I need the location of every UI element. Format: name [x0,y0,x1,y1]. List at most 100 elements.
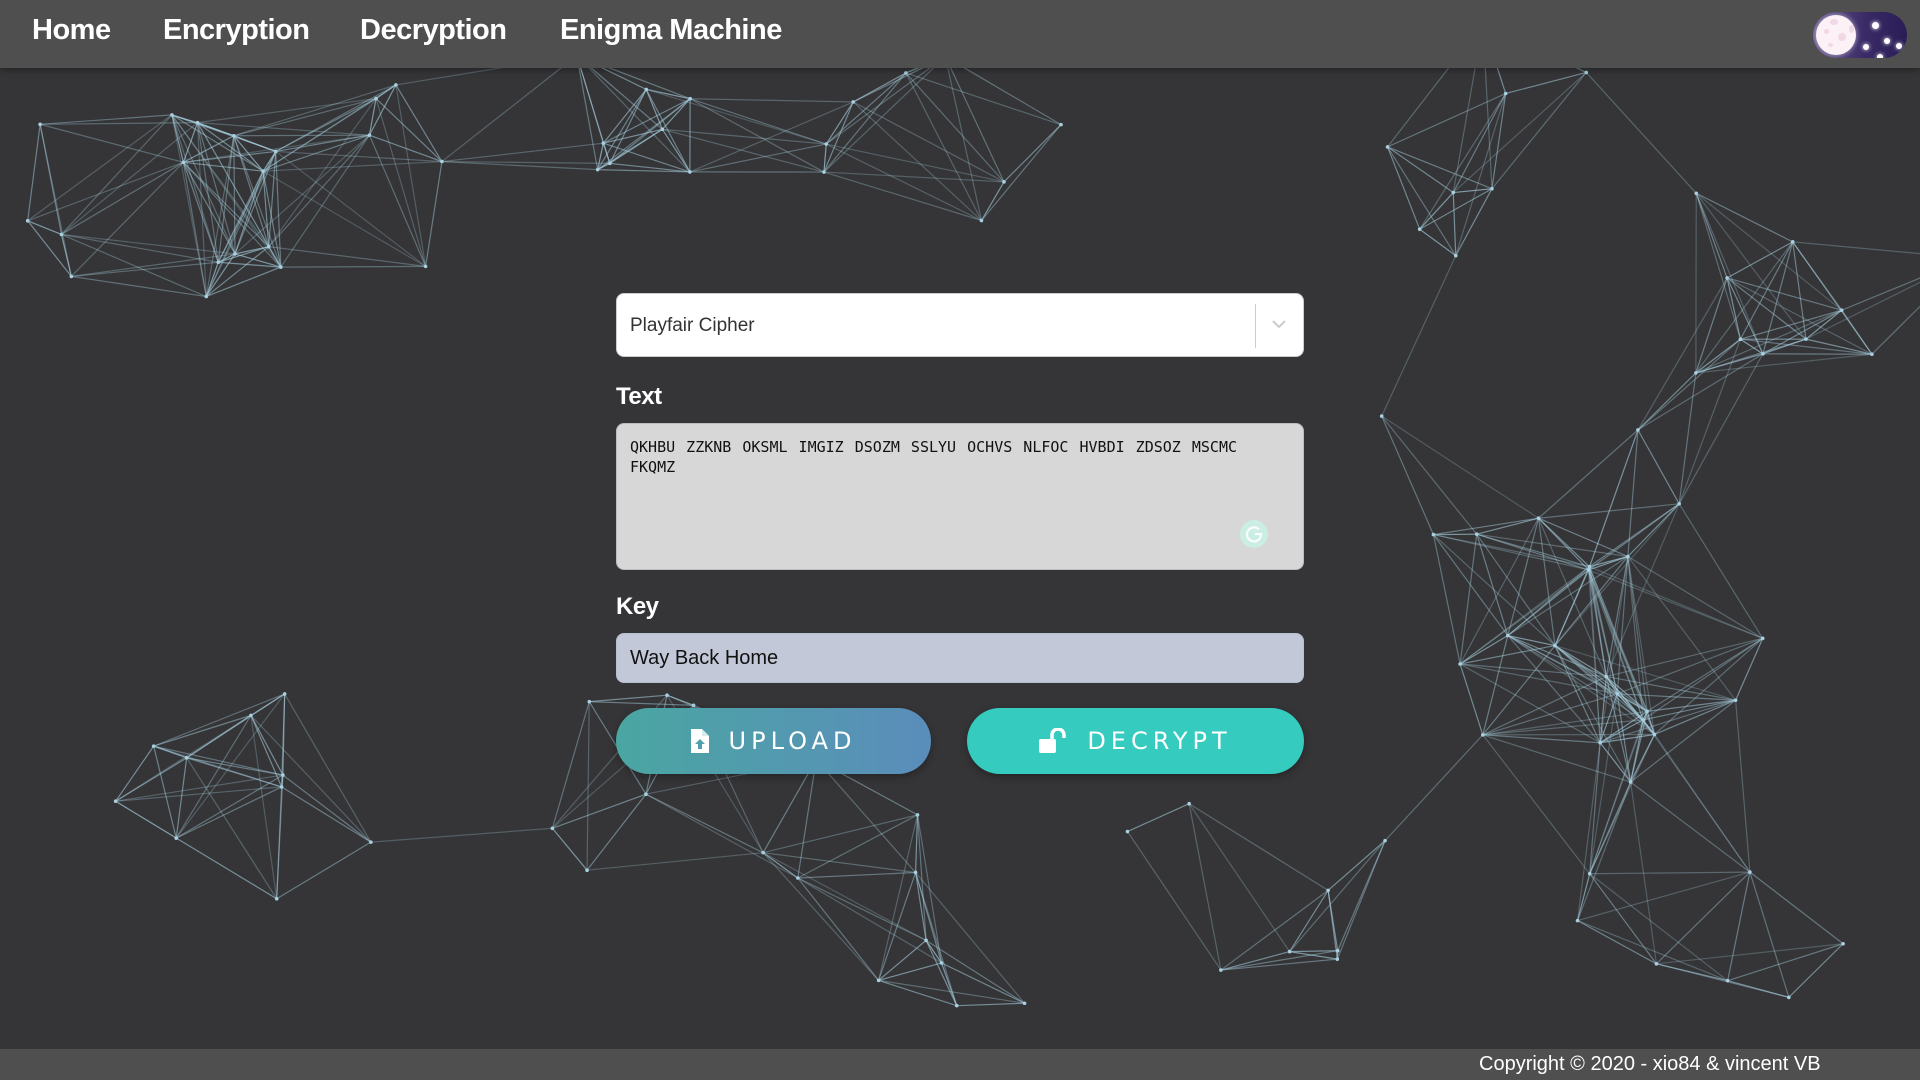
network-node [195,120,200,125]
network-line [1727,871,1751,981]
network-node [601,141,606,146]
grammarly-icon[interactable] [1240,520,1268,548]
upload-button[interactable]: UPLOAD [616,708,931,774]
network-node [1790,240,1795,244]
network-node [1738,337,1743,342]
text-label: Text [616,383,662,410]
network-line [1630,781,1751,873]
network-node [249,713,253,718]
network-line [1637,338,1741,431]
network-line [1476,533,1628,558]
network-node [824,142,829,146]
network-line [395,84,427,267]
network-node [644,87,649,92]
network-line [370,827,553,843]
network-line [27,124,41,221]
network-node [261,169,265,173]
nav-home[interactable]: Home [32,14,111,47]
network-line [1726,277,1842,311]
network-line [71,275,207,298]
network-node [1379,414,1384,418]
network-line [1384,734,1484,842]
network-node [1725,978,1730,983]
network-node [1586,568,1591,572]
nav-encryption[interactable]: Encryption [163,14,310,47]
network-node [1503,91,1508,96]
network-node [939,961,944,965]
network-line [280,265,426,268]
star-icon [1872,22,1879,29]
chevron-down-icon[interactable] [1267,312,1291,336]
cipher-select[interactable]: Playfair Cipher [616,293,1304,357]
network-node [1725,276,1729,280]
network-line [1588,429,1639,571]
network-line [1126,831,1222,971]
network-line [1327,890,1339,951]
network-line [981,124,1062,221]
network-node [1480,733,1485,737]
text-input[interactable] [616,423,1304,570]
network-node [822,170,826,174]
network-line [878,979,957,1007]
network-line [115,757,187,802]
network-line [1127,803,1190,833]
network-node [282,692,287,696]
network-node [1733,698,1738,703]
network-line [1538,429,1639,519]
network-line [944,56,1005,183]
network-node [913,870,918,875]
network-line [1381,415,1478,535]
network-line [1735,700,1751,873]
network-line [586,793,647,871]
network-line [797,759,817,879]
nav-decryption[interactable]: Decryption [360,14,507,47]
network-node [184,756,189,760]
moon-icon [1816,15,1856,55]
nav-enigma-machine[interactable]: Enigma Machine [560,14,782,47]
network-node [1645,709,1649,714]
network-line [250,714,372,843]
network-line [61,233,236,255]
network-node [1654,962,1659,966]
key-input[interactable] [616,633,1304,683]
network-line [39,123,184,163]
network-line [878,814,919,981]
network-node [281,773,285,777]
network-line [1589,873,1657,965]
network-line [425,161,443,267]
network-line [275,151,282,268]
network-node [181,160,186,165]
network-line [1637,277,1728,431]
network-node [367,133,372,137]
network-line [1630,734,1655,783]
network-node [587,699,592,704]
network-line [395,84,443,162]
network-line [1805,338,1873,355]
network-node [440,159,444,164]
network-node [1553,643,1557,648]
cipher-select-value: Playfair Cipher [630,315,755,336]
network-line [1627,555,1764,639]
network-line [1727,943,1844,982]
network-line [823,72,907,173]
network-line [368,134,427,267]
star-icon [1863,44,1869,50]
theme-toggle[interactable] [1813,12,1907,58]
network-line [956,1002,1025,1007]
network-node [1761,352,1765,356]
network-line [797,877,942,964]
network-line [1482,734,1601,744]
network-node [1505,633,1510,638]
decrypt-button[interactable]: DECRYPT [967,708,1304,774]
network-line [1589,871,1750,875]
network-line [1792,241,1920,255]
network-line [70,161,184,277]
network-line [1386,146,1421,230]
network-line [1805,281,1920,340]
network-line [1327,840,1386,891]
network-line [1678,372,1697,504]
network-node [1760,636,1765,641]
star-icon [1877,54,1883,58]
network-line [276,841,372,900]
network-line [441,55,578,163]
